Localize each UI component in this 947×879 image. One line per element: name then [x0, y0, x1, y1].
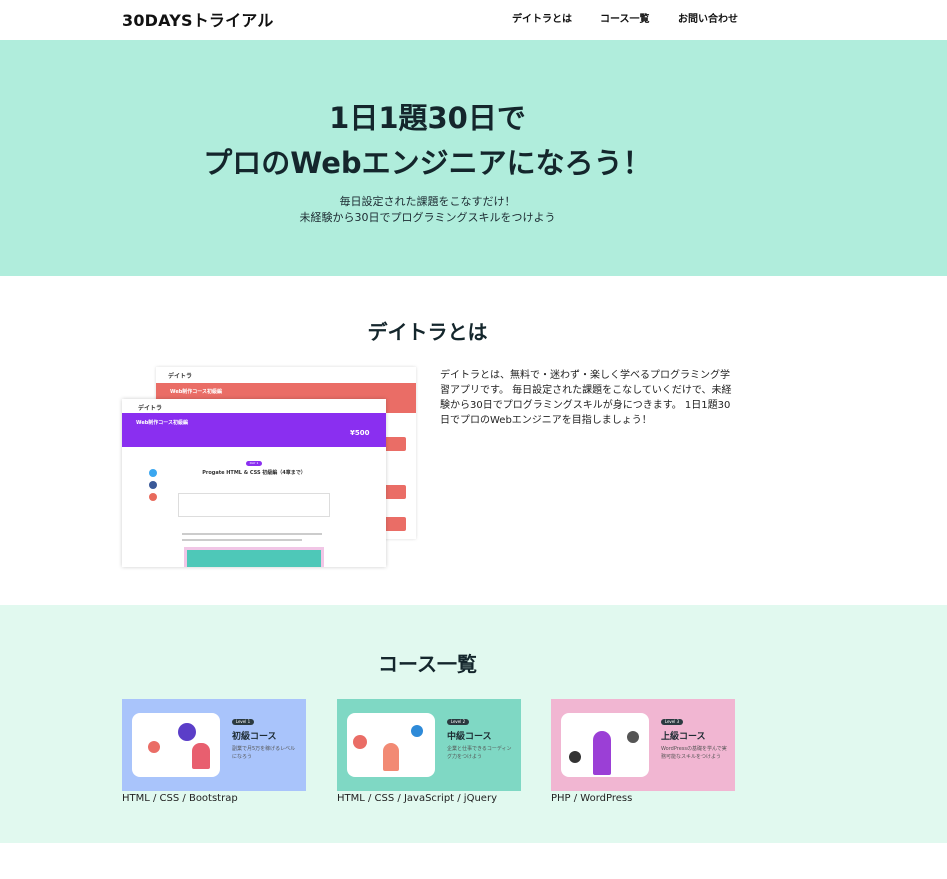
bootstrap-icon [178, 723, 196, 741]
screenshot-toc-box [178, 493, 330, 517]
courses-title: コース一覧 [378, 652, 477, 676]
js-icon [411, 725, 423, 737]
screenshot-front-window: デイトラ Web制作コース初級編 ¥500 DAY 1 Progate HTML… [122, 399, 386, 567]
course-illustration [561, 713, 649, 777]
html-icon [148, 741, 160, 753]
facebook-icon [149, 481, 157, 489]
hero-title-line2: プロのWebエンジニアになろう！ [203, 146, 652, 180]
person-figure [383, 743, 399, 771]
screenshot-price: ¥500 [350, 429, 370, 437]
site-logo[interactable]: 30DAYSトライアル [122, 7, 274, 31]
course-illustration [347, 713, 435, 777]
share-icon [149, 493, 157, 501]
hero-section: 1日1題30日で プロのWebエンジニアになろう！ 毎日設定された課題をこなすだ… [0, 40, 947, 276]
site-header: 30DAYSトライアル デイトラとは コース一覧 お問い合わせ [0, 0, 947, 40]
course-card-intermediate[interactable]: Level 2 中級コース 企業と仕事できるコーディング力をつけよう [337, 699, 521, 791]
html-icon [353, 735, 367, 749]
course-tags-advanced: PHP / WordPress [551, 793, 633, 804]
screenshot-front-banner-text: Web制作コース初級編 [136, 420, 189, 426]
hero-title-line1: 1日1題30日で [329, 101, 526, 135]
wordpress-icon [627, 731, 639, 743]
course-description: WordPressの基礎を学んで実務可能なスキルをつけよう [661, 746, 727, 760]
twitter-icon [149, 469, 157, 477]
php-icon [569, 751, 581, 763]
screenshot-front-banner: Web制作コース初級編 ¥500 [122, 413, 386, 447]
screenshot-embed [184, 547, 324, 567]
course-card-beginner[interactable]: Level 1 初級コース 副業で月5万を稼げるレベルになろう [122, 699, 306, 791]
about-description: デイトラとは、無料で・迷わず・楽しく学べるプログラミング学習アプリです。 毎日設… [440, 370, 732, 426]
course-card-advanced[interactable]: Level 3 上級コース WordPressの基礎を学んで実務可能なスキルをつ… [551, 699, 735, 791]
screenshot-lesson-title: Progate HTML & CSS 初級編（4章まで） [202, 470, 306, 476]
screenshot-back-banner-text: Web制作コース初級編 [170, 389, 223, 395]
screenshot-front-brand: デイトラ [138, 405, 163, 412]
course-name: 初級コース [232, 732, 277, 742]
course-name: 上級コース [661, 732, 706, 742]
screenshot-day-badge: DAY 1 [246, 461, 262, 466]
screenshot-text-line [182, 539, 302, 541]
hero-subtitle-line1: 毎日設定された課題をこなすだけ！ [339, 195, 516, 208]
person-figure [593, 731, 611, 775]
course-description: 副業で月5万を稼げるレベルになろう [232, 746, 296, 760]
app-screenshot: デイトラ Web制作コース初級編 デイトラ Web制作コース初級編 ¥500 D… [122, 367, 416, 567]
course-level-badge: Level 1 [232, 719, 254, 725]
course-level-badge: Level 3 [661, 719, 683, 725]
about-title: デイトラとは [367, 320, 488, 344]
screenshot-text-line [182, 533, 322, 535]
nav-link-about[interactable]: デイトラとは [512, 10, 572, 25]
course-level-badge: Level 2 [447, 719, 469, 725]
course-tags-beginner: HTML / CSS / Bootstrap [122, 793, 238, 804]
course-illustration [132, 713, 220, 777]
course-tags-intermediate: HTML / CSS / JavaScript / jQuery [337, 793, 497, 804]
nav-link-courses[interactable]: コース一覧 [600, 10, 650, 25]
nav-link-contact[interactable]: お問い合わせ [678, 10, 738, 25]
person-figure [192, 743, 210, 769]
hero-subtitle-line2: 未経験から30日でプログラミングスキルをつけよう [299, 211, 556, 224]
course-description: 企業と仕事できるコーディング力をつけよう [447, 746, 512, 760]
screenshot-back-brand: デイトラ [168, 373, 193, 380]
course-name: 中級コース [447, 732, 492, 742]
